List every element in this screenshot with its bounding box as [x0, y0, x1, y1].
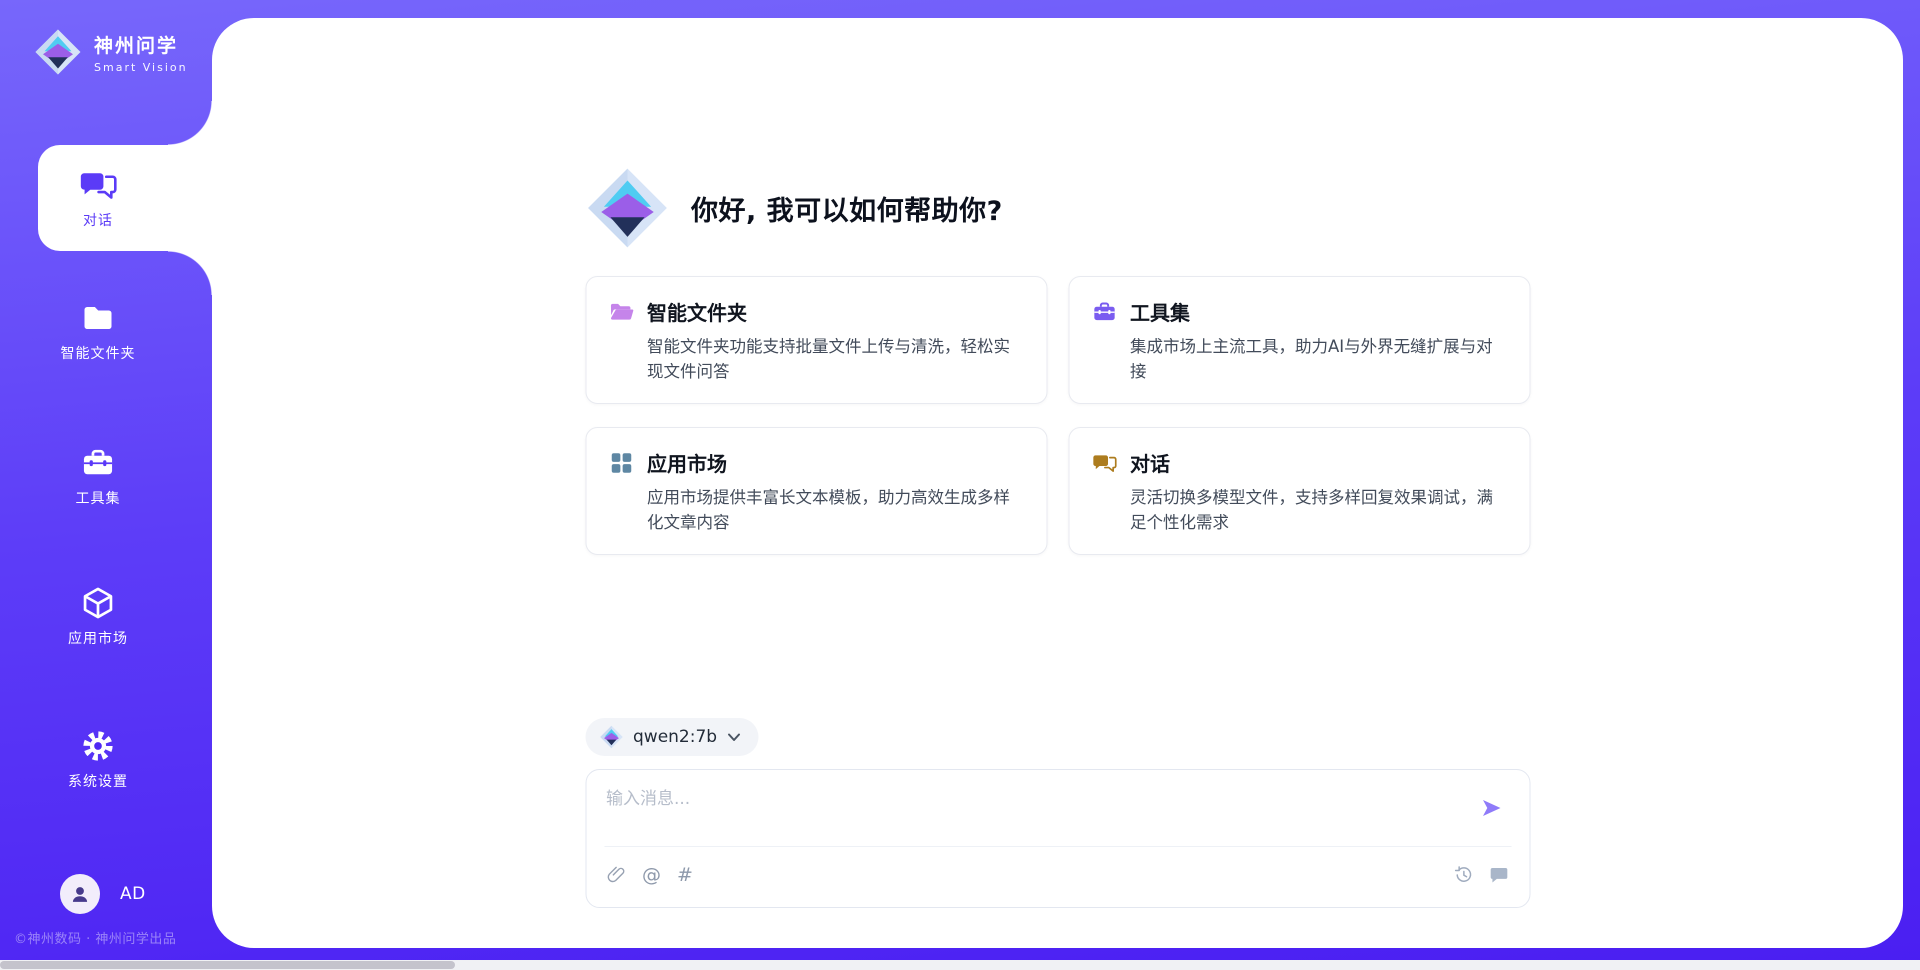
card-title: 智能文件夹: [647, 297, 747, 326]
sidebar-item-chat[interactable]: 对话: [38, 145, 212, 251]
composer-toolbar-right: [1452, 864, 1509, 885]
card-description: 集成市场上主流工具，助力AI与外界无缝扩展与对接: [1130, 335, 1507, 385]
app: 神州问学 Smart Vision 对话 智能文件夹 工具集: [0, 0, 1920, 970]
card-chat[interactable]: 对话 灵活切换多模型文件，支持多样回复效果调试，满足个性化需求: [1068, 427, 1530, 555]
message-input[interactable]: [606, 785, 1459, 813]
main-panel: 你好, 我可以如何帮助你? 智能文件夹 智能文件夹功能支持批量文件上传与清洗，轻…: [212, 18, 1903, 948]
user-name: AD: [120, 884, 146, 904]
mention-icon[interactable]: @: [642, 864, 661, 886]
scrollbar-thumb[interactable]: [0, 961, 455, 969]
card-description: 智能文件夹功能支持批量文件上传与清洗，轻松实现文件问答: [647, 335, 1024, 385]
open-folder-icon: [608, 299, 634, 325]
card-head: 智能文件夹: [608, 297, 1024, 326]
sidebar: 神州问学 Smart Vision 对话 智能文件夹 工具集: [0, 0, 212, 970]
send-icon: [1479, 796, 1503, 820]
brand-diamond-icon: [34, 28, 82, 76]
chevron-down-icon: [727, 733, 740, 742]
cube-icon: [79, 585, 117, 621]
sidebar-item-label: 工具集: [76, 488, 121, 508]
sidebar-item-chat-inner: 对话: [38, 145, 158, 251]
message-composer: @ #: [585, 769, 1530, 908]
card-head: 工具集: [1091, 297, 1507, 326]
card-head: 应用市场: [608, 448, 1024, 477]
toolbox-icon: [79, 445, 117, 481]
greeting-text: 你好, 我可以如何帮助你?: [691, 189, 1003, 228]
card-head: 对话: [1091, 448, 1507, 477]
card-title: 应用市场: [647, 448, 727, 477]
sidebar-item-settings[interactable]: 系统设置: [0, 728, 196, 791]
folder-icon: [79, 300, 117, 336]
grid-icon: [608, 450, 634, 476]
card-smart-folder[interactable]: 智能文件夹 智能文件夹功能支持批量文件上传与清洗，轻松实现文件问答: [585, 276, 1047, 404]
greeting: 你好, 我可以如何帮助你?: [585, 166, 1003, 250]
chat-icon: [78, 167, 118, 203]
brand-diamond-icon: [599, 725, 623, 749]
copyright-text: ©神州数码 · 神州问学出品: [14, 928, 176, 947]
brand-name: 神州问学: [94, 31, 188, 58]
model-name: qwen2:7b: [633, 727, 717, 747]
history-icon[interactable]: [1452, 864, 1473, 885]
card-title: 工具集: [1130, 297, 1190, 326]
avatar: [60, 874, 100, 914]
feature-cards: 智能文件夹 智能文件夹功能支持批量文件上传与清洗，轻松实现文件问答 工具集 集成…: [585, 276, 1530, 555]
toolbox-icon: [1091, 299, 1117, 325]
chat-icon: [1091, 450, 1117, 476]
sidebar-item-label: 对话: [83, 210, 113, 230]
card-toolset[interactable]: 工具集 集成市场上主流工具，助力AI与外界无缝扩展与对接: [1068, 276, 1530, 404]
card-description: 应用市场提供丰富长文本模板，助力高效生成多样化文章内容: [647, 486, 1024, 536]
card-description: 灵活切换多模型文件，支持多样回复效果调试，满足个性化需求: [1130, 486, 1507, 536]
card-app-market[interactable]: 应用市场 应用市场提供丰富长文本模板，助力高效生成多样化文章内容: [585, 427, 1047, 555]
composer-toolbar-left: @ #: [606, 864, 693, 886]
gear-icon: [79, 728, 117, 764]
user-profile[interactable]: AD: [60, 874, 146, 914]
sidebar-item-toolset[interactable]: 工具集: [0, 445, 196, 508]
content-column: 你好, 我可以如何帮助你? 智能文件夹 智能文件夹功能支持批量文件上传与清洗，轻…: [585, 18, 1530, 948]
brand-diamond-icon: [585, 166, 669, 250]
brand-text: 神州问学 Smart Vision: [94, 31, 188, 74]
person-icon: [68, 882, 92, 906]
sidebar-item-label: 智能文件夹: [61, 343, 136, 363]
sidebar-item-smart-folder[interactable]: 智能文件夹: [0, 300, 196, 363]
horizontal-scrollbar[interactable]: [0, 960, 1920, 970]
brand-logo: 神州问学 Smart Vision: [34, 28, 188, 76]
feedback-bubble-icon[interactable]: [1488, 864, 1509, 885]
composer-divider: [604, 846, 1511, 847]
send-button[interactable]: [1479, 796, 1503, 820]
sidebar-item-app-market[interactable]: 应用市场: [0, 585, 196, 648]
brand-tagline: Smart Vision: [94, 61, 188, 74]
model-selector[interactable]: qwen2:7b: [585, 718, 758, 756]
attachment-icon[interactable]: [606, 865, 626, 885]
sidebar-item-label: 系统设置: [68, 771, 128, 791]
card-title: 对话: [1130, 448, 1170, 477]
sidebar-item-label: 应用市场: [68, 628, 128, 648]
hashtag-icon[interactable]: #: [677, 864, 693, 886]
